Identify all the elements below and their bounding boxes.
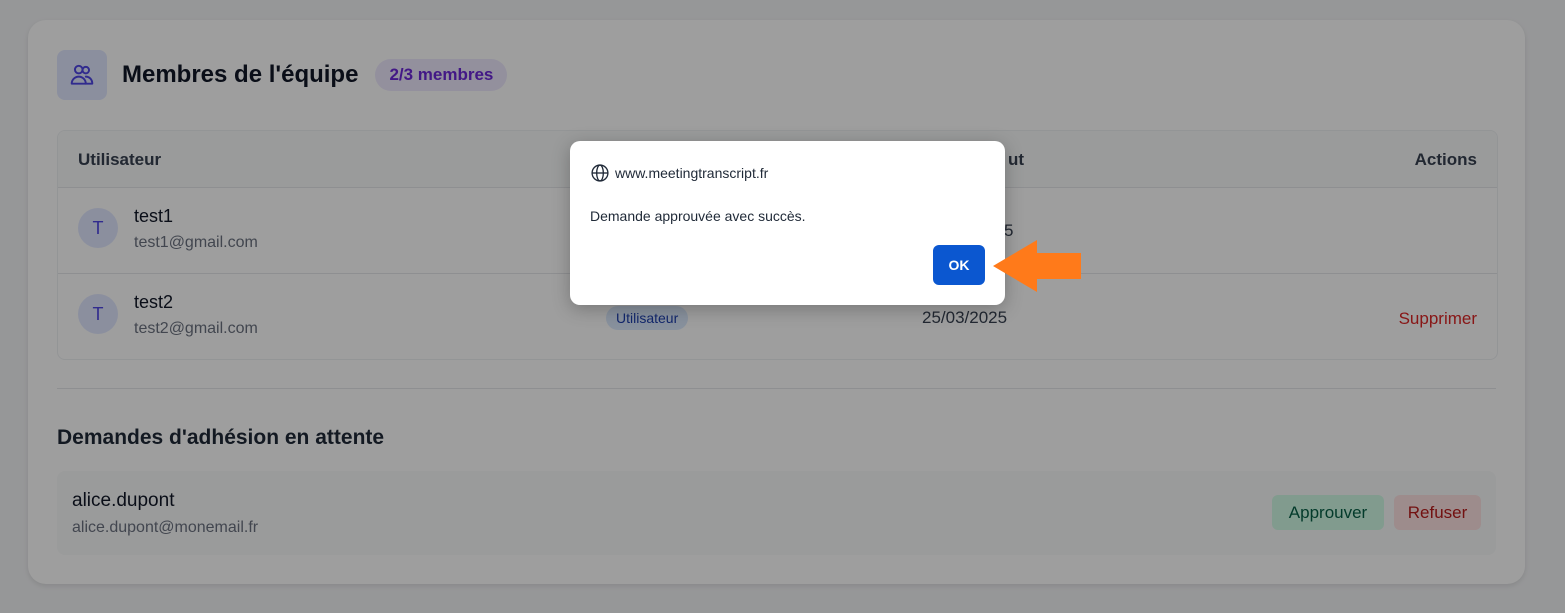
- modal-overlay: [0, 0, 1565, 613]
- globe-icon: [590, 163, 610, 183]
- dialog-message: Demande approuvée avec succès.: [590, 208, 806, 224]
- ok-button[interactable]: OK: [933, 245, 985, 285]
- alert-dialog: www.meetingtranscript.fr Demande approuv…: [570, 141, 1005, 305]
- arrow-left-icon: [993, 240, 1081, 292]
- dialog-origin: www.meetingtranscript.fr: [590, 163, 768, 183]
- dialog-origin-text: www.meetingtranscript.fr: [615, 165, 769, 181]
